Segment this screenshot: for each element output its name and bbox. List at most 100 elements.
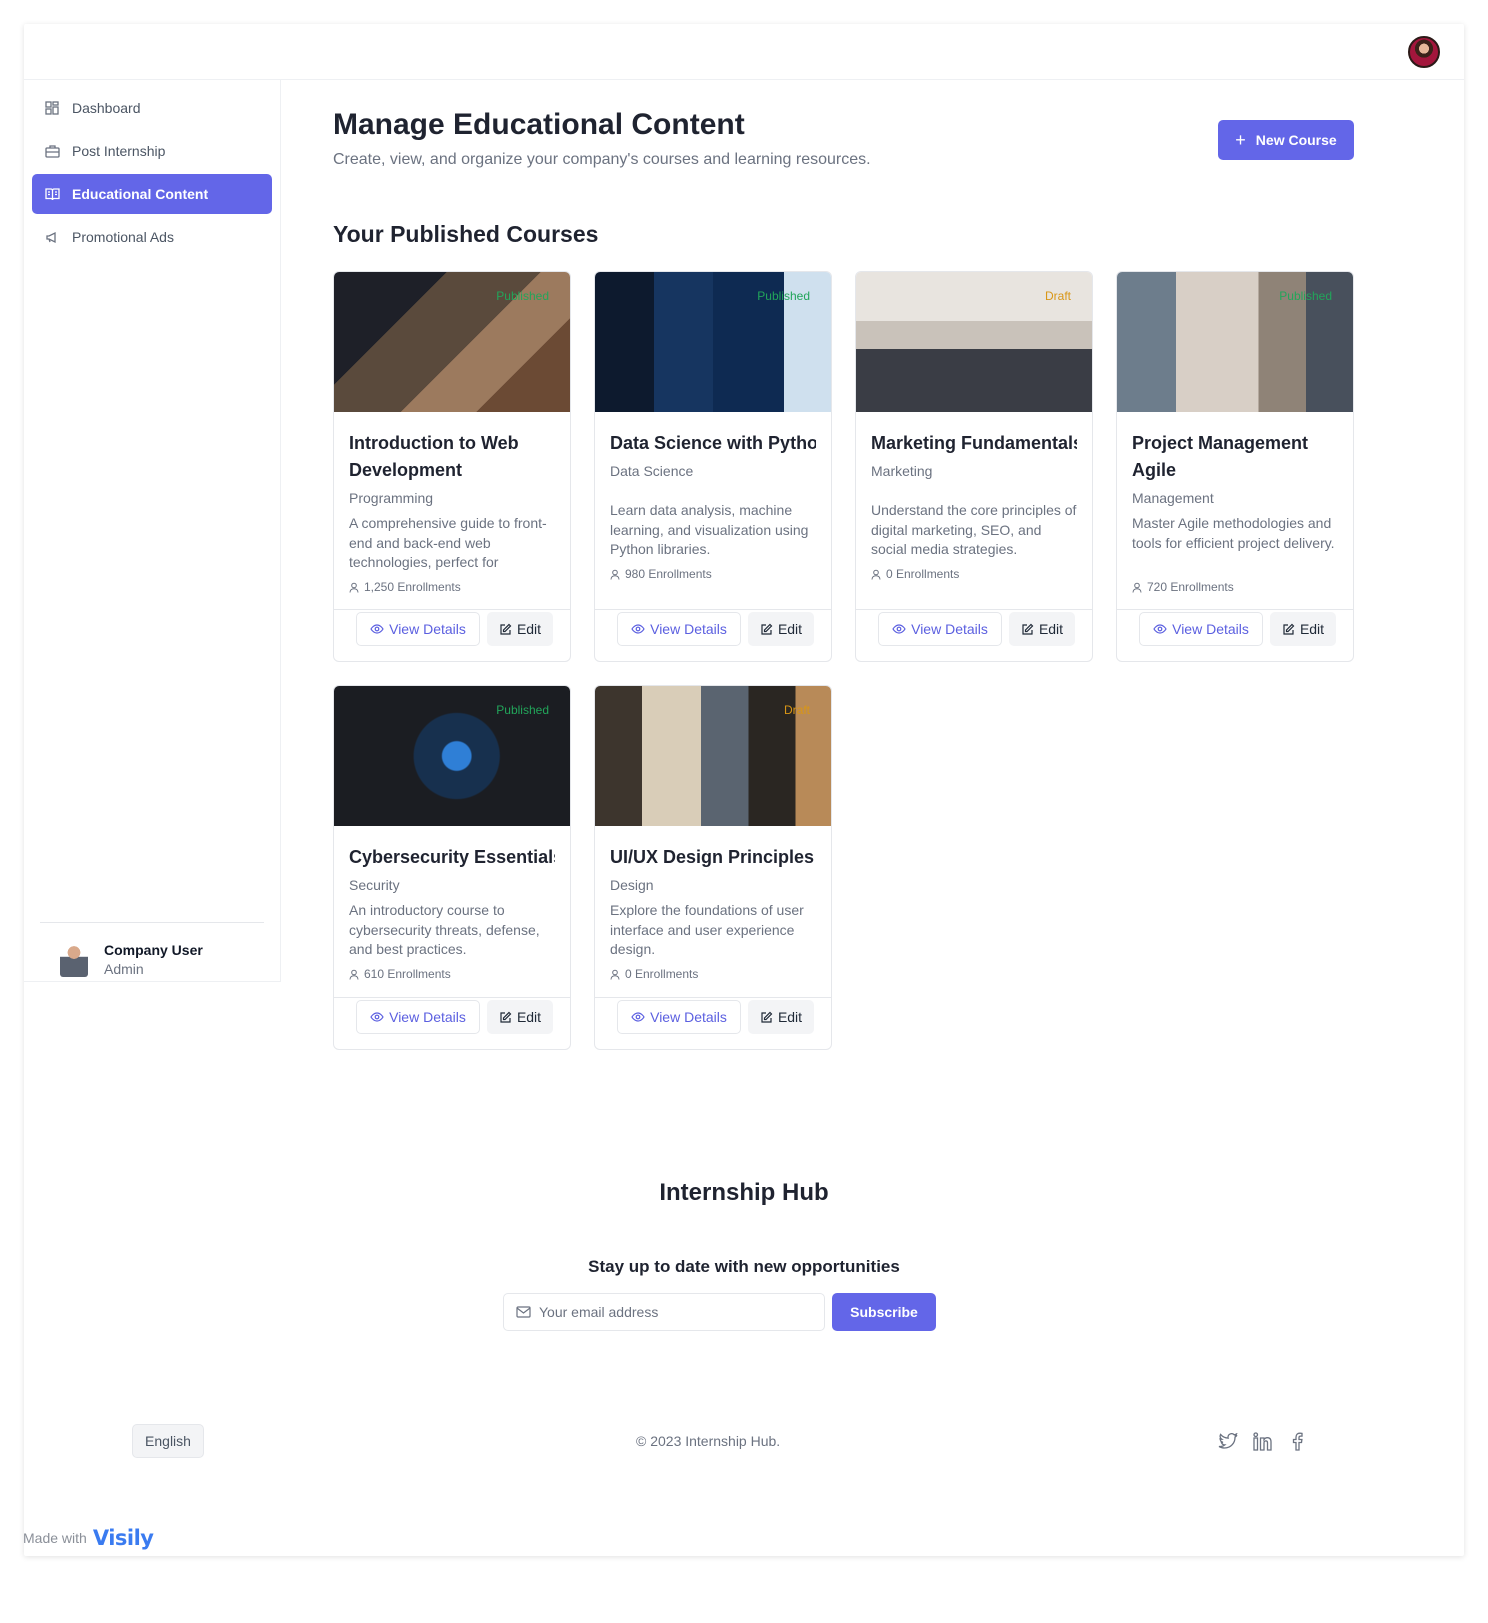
new-course-button[interactable]: + New Course (1218, 120, 1354, 160)
course-category: Marketing (871, 463, 933, 479)
edit-icon (500, 1011, 512, 1023)
twitter-icon[interactable] (1217, 1430, 1239, 1452)
view-details-button[interactable]: View Details (617, 1000, 741, 1034)
eye-icon (1153, 624, 1167, 634)
edit-button[interactable]: Edit (748, 612, 814, 646)
newsletter-tagline: Stay up to date with new opportunities (588, 1257, 900, 1276)
copyright: © 2023 Internship Hub. (636, 1433, 781, 1449)
user-icon (610, 569, 620, 580)
course-image: Published (334, 272, 570, 412)
section-title: Your Published Courses (333, 221, 599, 247)
user-icon (871, 569, 881, 580)
email-input[interactable] (539, 1304, 809, 1320)
view-details-button[interactable]: View Details (356, 612, 480, 646)
mail-icon (516, 1306, 531, 1318)
enrollment-count: 720 Enrollments (1147, 580, 1234, 594)
course-title: Data Science with Pytho (610, 433, 816, 453)
course-category: Security (349, 877, 400, 893)
sidebar: Dashboard Post Internship Educational Co… (24, 80, 281, 982)
briefcase-icon (44, 143, 60, 159)
sidebar-item-post-internship[interactable]: Post Internship (32, 131, 272, 171)
visily-logo: Visily (92, 1526, 154, 1550)
card-actions: View Details Edit (595, 609, 831, 661)
course-title: Project Management Agile (1132, 433, 1309, 480)
avatar (60, 942, 88, 977)
view-details-label: View Details (1172, 621, 1249, 637)
course-enrollments: 610 Enrollments (349, 967, 555, 981)
eye-icon (370, 1012, 384, 1022)
course-title: Cybersecurity Essentials (349, 847, 555, 867)
made-with-watermark[interactable]: Made with Visily (23, 1526, 154, 1550)
page-title: Manage Educational Content (333, 108, 745, 141)
eye-icon (631, 1012, 645, 1022)
sidebar-divider (40, 922, 264, 923)
megaphone-icon (44, 229, 60, 245)
course-enrollments: 0 Enrollments (610, 967, 816, 981)
edit-button[interactable]: Edit (748, 1000, 814, 1034)
status-badge: Published (1279, 289, 1332, 303)
top-bar (24, 24, 1464, 80)
edit-label: Edit (777, 621, 803, 637)
course-category: Programming (349, 490, 434, 506)
view-details-button[interactable]: View Details (878, 612, 1002, 646)
card-actions: View Details Edit (856, 609, 1092, 661)
sidebar-item-label: Promotional Ads (72, 229, 174, 245)
facebook-icon[interactable] (1286, 1430, 1308, 1452)
edit-label: Edit (516, 621, 542, 637)
course-description: Learn data analysis, machine learning, a… (610, 502, 809, 557)
course-card: Published Introduction to Web Developmen… (333, 271, 571, 662)
edit-icon (761, 1011, 773, 1023)
sidebar-item-label: Post Internship (72, 143, 166, 159)
card-actions: View Details Edit (334, 997, 570, 1049)
user-role: Admin (104, 961, 144, 977)
grid-icon (44, 100, 60, 116)
user-avatar[interactable] (1408, 36, 1440, 68)
course-enrollments: 0 Enrollments (871, 567, 1077, 581)
enrollment-count: 980 Enrollments (625, 567, 712, 581)
view-details-label: View Details (389, 621, 466, 637)
enrollment-count: 0 Enrollments (886, 567, 960, 581)
linkedin-icon[interactable] (1251, 1430, 1273, 1452)
course-card: Published Cybersecurity Essentials Secur… (333, 685, 571, 1050)
edit-label: Edit (1299, 621, 1325, 637)
user-name: Company User (104, 942, 203, 958)
view-details-label: View Details (650, 621, 727, 637)
edit-icon (1283, 623, 1295, 635)
card-actions: View Details Edit (595, 997, 831, 1049)
edit-button[interactable]: Edit (487, 1000, 553, 1034)
course-image: Draft (595, 686, 831, 826)
sidebar-item-dashboard[interactable]: Dashboard (32, 88, 272, 128)
course-title: Marketing Fundamentals (871, 433, 1077, 453)
course-category: Design (610, 877, 654, 893)
view-details-button[interactable]: View Details (1139, 612, 1263, 646)
subscribe-button[interactable]: Subscribe (832, 1293, 936, 1331)
user-icon (349, 582, 359, 593)
enrollment-count: 1,250 Enrollments (364, 580, 461, 594)
course-description: Explore the foundations of user interfac… (610, 902, 804, 957)
course-image: Draft (856, 272, 1092, 412)
view-details-button[interactable]: View Details (617, 612, 741, 646)
view-details-label: View Details (911, 621, 988, 637)
edit-icon (1022, 623, 1034, 635)
enrollment-count: 610 Enrollments (364, 967, 451, 981)
edit-button[interactable]: Edit (1270, 612, 1336, 646)
course-card: Draft Marketing Fundamentals Marketing U… (855, 271, 1093, 662)
language-button[interactable]: English (132, 1424, 204, 1458)
edit-label: Edit (516, 1009, 542, 1025)
course-title: UI/UX Design Principles (610, 847, 815, 867)
user-icon (1132, 582, 1142, 593)
edit-button[interactable]: Edit (1009, 612, 1075, 646)
app-window: Dashboard Post Internship Educational Co… (24, 24, 1464, 1556)
made-with-label: Made with (23, 1530, 87, 1546)
course-description: Understand the core principles of digita… (871, 502, 1077, 557)
status-badge: Published (496, 703, 549, 717)
edit-button[interactable]: Edit (487, 612, 553, 646)
sidebar-user[interactable]: Company User Admin (60, 942, 203, 977)
course-image: Published (1117, 272, 1353, 412)
email-field[interactable] (503, 1293, 825, 1331)
course-category: Data Science (610, 463, 694, 479)
sidebar-item-promotional-ads[interactable]: Promotional Ads (32, 217, 272, 257)
course-enrollments: 720 Enrollments (1132, 580, 1338, 594)
sidebar-item-educational-content[interactable]: Educational Content (32, 174, 272, 214)
view-details-button[interactable]: View Details (356, 1000, 480, 1034)
